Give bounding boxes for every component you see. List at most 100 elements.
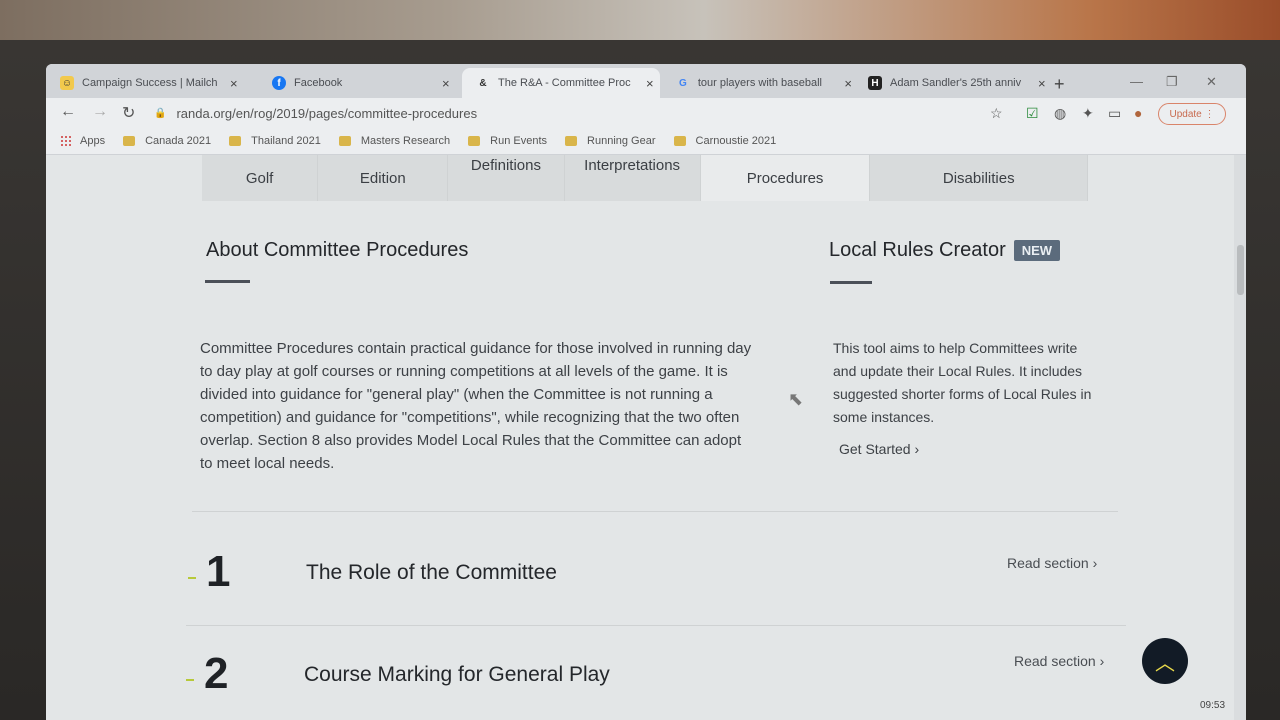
rules-subnav: Golf Edition Definitions Interpretations…	[202, 155, 1089, 201]
new-badge: NEW	[1013, 240, 1061, 262]
creator-body: This tool aims to help Committees write …	[833, 340, 1092, 425]
chevron-up-icon: ︿	[1155, 652, 1175, 675]
browser-toolbar: ← → ↻ 🔒 randa.org/en/rog/2019/pages/comm…	[46, 98, 1246, 128]
bookmark-apps[interactable]: Apps	[60, 135, 105, 147]
page-scrollbar[interactable]	[1234, 155, 1246, 720]
section-title: Course Marking for General Play	[304, 663, 610, 686]
facebook-icon: f	[272, 76, 286, 90]
about-underline	[205, 280, 250, 283]
tab-title: The R&A - Committee Proc	[498, 77, 631, 89]
extension-icon[interactable]: ◍	[1054, 105, 1066, 122]
url-text: randa.org/en/rog/2019/pages/committee-pr…	[176, 105, 478, 121]
subnav-definitions[interactable]: Definitions	[448, 155, 565, 201]
folder-icon	[123, 136, 136, 146]
bookmark-folder[interactable]: Canada 2021	[123, 135, 211, 147]
tab-google[interactable]: G tour players with baseball ×	[662, 68, 852, 98]
update-label: Update	[1169, 108, 1202, 120]
tab-title: Campaign Success | Mailch	[82, 77, 218, 89]
back-icon[interactable]: ←	[60, 103, 76, 121]
close-icon[interactable]: ×	[442, 76, 450, 91]
close-icon[interactable]: ×	[1038, 76, 1046, 91]
section-number: 1	[206, 547, 231, 596]
randa-icon: &	[479, 77, 487, 89]
google-icon: G	[679, 77, 687, 89]
section-number: 2	[204, 649, 229, 698]
browser-window: ☺ Campaign Success | Mailch × f Facebook…	[46, 64, 1246, 720]
bookmark-folder[interactable]: Masters Research	[338, 135, 451, 147]
bookmark-label: Carnoustie 2021	[695, 135, 777, 147]
divider	[192, 511, 1118, 512]
cast-icon[interactable]: ▭	[1108, 105, 1121, 122]
avatar[interactable]: ●	[1134, 105, 1142, 121]
subnav-procedures[interactable]: Procedures	[700, 155, 871, 201]
bookmark-folder[interactable]: Thailand 2021	[229, 135, 321, 147]
forward-icon[interactable]: →	[92, 103, 108, 121]
lock-icon: 🔒	[154, 107, 167, 119]
subnav-label: Disabilities	[942, 169, 1015, 187]
folder-icon	[468, 136, 481, 146]
close-icon[interactable]: ×	[646, 76, 654, 91]
bookmark-label: Running Gear	[587, 135, 656, 147]
puzzle-icon[interactable]: ✦	[1082, 105, 1094, 122]
close-window-icon[interactable]: ✕	[1206, 74, 1217, 90]
subnav-golf[interactable]: Golf	[202, 155, 319, 201]
restore-icon[interactable]: ❐	[1166, 74, 1178, 90]
tab-title: Adam Sandler's 25th anniv	[890, 77, 1022, 89]
subnav-edition[interactable]: Edition	[318, 155, 449, 201]
background-wall	[0, 0, 1280, 40]
scroll-to-top-button[interactable]: ︿	[1142, 638, 1188, 684]
subnav-label: Procedures	[746, 169, 824, 187]
bookmark-folder[interactable]: Carnoustie 2021	[673, 135, 777, 147]
subnav-label: Definitions	[470, 157, 541, 174]
subnav-interpretations[interactable]: Interpretations	[565, 155, 701, 201]
close-icon[interactable]: ×	[230, 76, 238, 91]
tab-title: tour players with baseball	[697, 77, 822, 89]
divider	[186, 625, 1126, 626]
news-icon: H	[868, 76, 882, 90]
bookmark-label: Thailand 2021	[251, 135, 321, 147]
bookmark-folder[interactable]: Running Gear	[565, 135, 656, 147]
read-section-link[interactable]: Read section ›	[1007, 555, 1097, 571]
creator-title-text: Local Rules Creator	[829, 239, 1006, 261]
row-accent	[186, 679, 194, 681]
tab-adam-sandler[interactable]: H Adam Sandler's 25th anniv ×	[854, 68, 1046, 98]
section-title: The Role of the Committee	[306, 561, 557, 584]
subnav-label: Golf	[245, 169, 274, 187]
tab-randa[interactable]: & The R&A - Committee Proc ×	[462, 68, 660, 98]
update-button[interactable]: Update ⋮	[1158, 103, 1226, 125]
mouse-cursor-icon: ⬉	[788, 389, 804, 409]
bookmark-label: Run Events	[490, 135, 548, 147]
folder-icon	[673, 136, 686, 146]
tab-title: Facebook	[294, 77, 343, 89]
folder-icon	[338, 136, 351, 146]
folder-icon	[565, 136, 578, 146]
scrollbar-thumb[interactable]	[1237, 245, 1244, 295]
taskbar-clock: 09:53	[1200, 700, 1226, 711]
bookmark-label: Canada 2021	[145, 135, 212, 147]
subnav-disabilities[interactable]: Disabilities	[870, 155, 1089, 201]
bookmark-label: Masters Research	[360, 135, 451, 147]
tab-strip: ☺ Campaign Success | Mailch × f Facebook…	[46, 64, 1246, 98]
about-title: About Committee Procedures	[206, 239, 469, 261]
subnav-label: Interpretations	[584, 157, 681, 174]
reload-icon[interactable]: ↻	[122, 103, 135, 123]
bookmark-label: Apps	[80, 135, 106, 147]
star-icon[interactable]: ☆	[990, 105, 1003, 122]
tab-facebook[interactable]: f Facebook ×	[258, 68, 458, 98]
bookmark-folder[interactable]: Run Events	[468, 135, 547, 147]
tab-mailchimp[interactable]: ☺ Campaign Success | Mailch ×	[46, 68, 256, 98]
read-section-link[interactable]: Read section ›	[1014, 653, 1104, 669]
extension-check-icon[interactable]: ☑	[1026, 105, 1039, 122]
new-tab-button[interactable]: +	[1054, 74, 1065, 95]
row-accent	[188, 577, 196, 579]
about-body: Committee Procedures contain practical g…	[200, 340, 752, 472]
subnav-label: Edition	[359, 169, 406, 187]
close-icon[interactable]: ×	[844, 76, 852, 91]
bookmarks-bar: Apps Canada 2021 Thailand 2021 Masters R…	[46, 128, 1246, 155]
minimize-icon[interactable]: —	[1130, 74, 1143, 89]
address-bar[interactable]: 🔒 randa.org/en/rog/2019/pages/committee-…	[154, 102, 974, 124]
creator-underline	[830, 281, 872, 284]
get-started-link[interactable]: Get Started ›	[839, 441, 919, 457]
apps-grid-icon	[60, 135, 72, 147]
mailchimp-icon: ☺	[60, 76, 74, 90]
